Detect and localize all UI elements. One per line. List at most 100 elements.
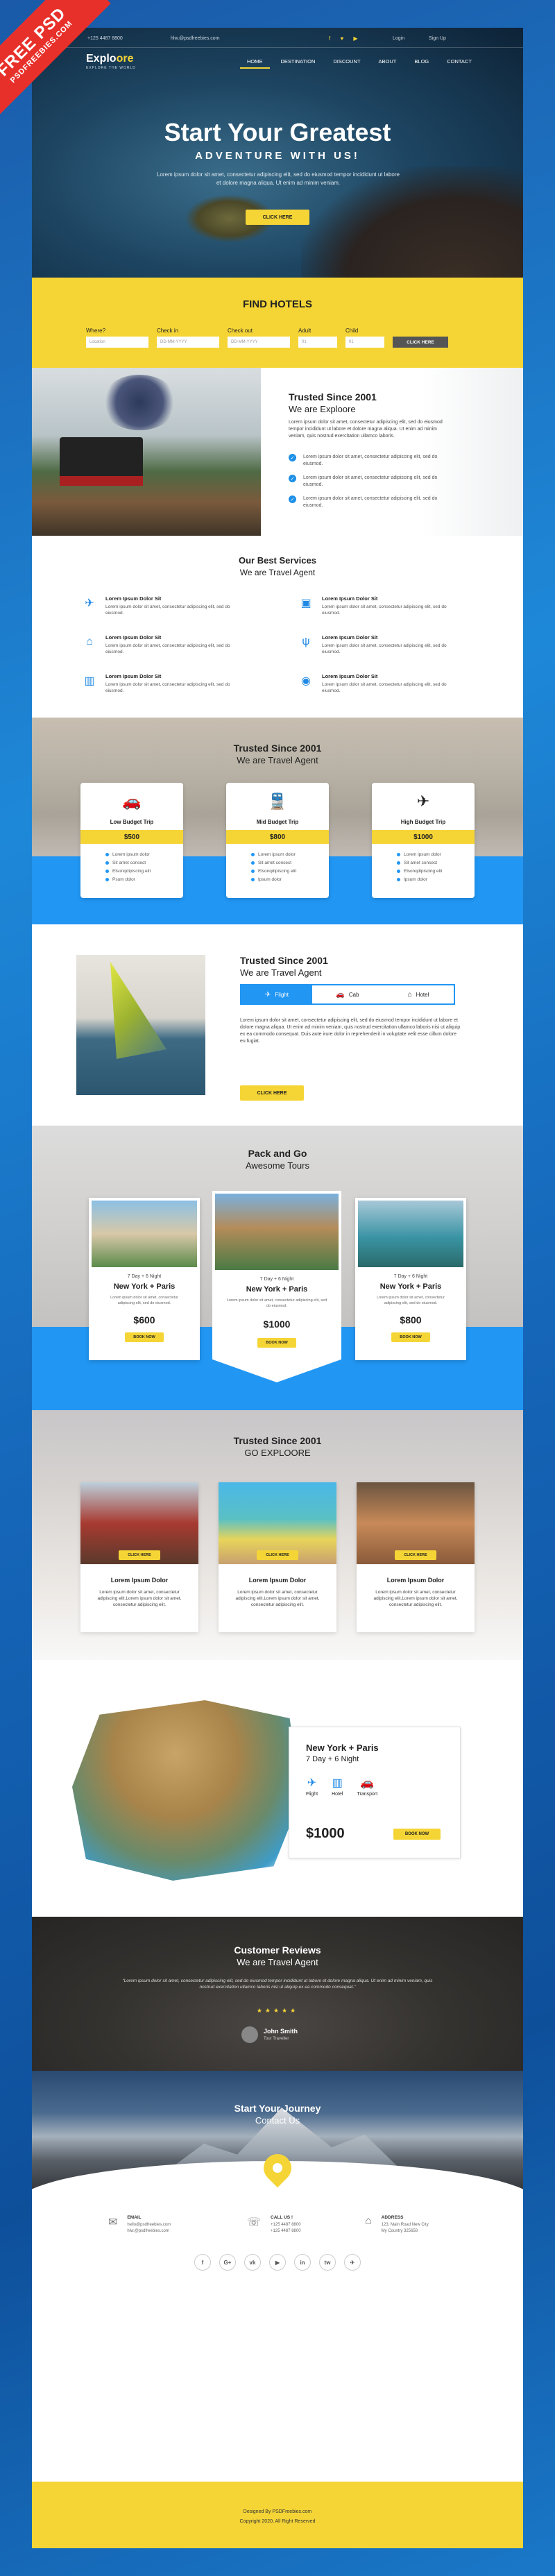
- footer-copyright: Copyright 2020, All Right Reserved: [239, 2519, 316, 2524]
- featured-tour-days: 7 Day + 6 Night: [306, 1755, 359, 1763]
- tour-city: New York + Paris: [379, 1282, 442, 1291]
- nav-discount[interactable]: DISCOUNT: [326, 56, 367, 69]
- explore-card[interactable]: CLICK HERE Lorem Ipsum Dolor Lorem ipsum…: [219, 1482, 336, 1632]
- train-icon: 🚆: [268, 793, 287, 810]
- check-icon: ✓: [289, 495, 296, 503]
- budget-card-high[interactable]: ✈ High Budget Trip $1000 Lorem ipsum dol…: [372, 783, 475, 898]
- agent-text: Lorem ipsum dolor sit amet, consectetur …: [240, 1018, 461, 1044]
- feature-item: Lorem ipsum dolor: [105, 852, 151, 857]
- service-sight[interactable]: ◉ Lorem Ipsum Dolor Sit Lorem ipsum dolor…: [298, 673, 458, 694]
- card-cta-button[interactable]: CLICK HERE: [119, 1550, 160, 1560]
- service-bus[interactable]: ▣ Lorem Ipsum Dolor Sit Lorem ipsum dolor…: [298, 595, 458, 616]
- agent-cta-button[interactable]: CLICK HERE: [240, 1085, 304, 1101]
- book-now-button[interactable]: BOOK NOW: [125, 1332, 164, 1342]
- book-now-button[interactable]: BOOK NOW: [393, 1829, 441, 1840]
- check-text: Lorem ipsum dolor sit amet, consectetur …: [303, 455, 438, 466]
- tour-card-featured[interactable]: 7 Day + 6 Night New York + Paris Lorem i…: [212, 1191, 341, 1382]
- tour-desc: Lorem ipsum dolor sit amet, consectetur …: [377, 1296, 445, 1305]
- adult-input[interactable]: 01: [298, 337, 337, 348]
- service-text: Lorem ipsum dolor sit amet, consectetur …: [322, 604, 447, 616]
- service-food[interactable]: ▥ Lorem Ipsum Dolor Sit Lorem ipsum dolor…: [82, 673, 241, 694]
- contact-value[interactable]: +125 4487 8800: [271, 2222, 301, 2228]
- card-text: Lorem ipsum dolor sit amet, consectetur …: [97, 1590, 182, 1607]
- service-flight[interactable]: ✈ Lorem Ipsum Dolor Sit Lorem ipsum dolor…: [82, 595, 241, 616]
- trusted-section: Trusted Since 2001 We are Exploore Lorem…: [32, 368, 523, 536]
- where-input[interactable]: Location: [86, 337, 148, 348]
- hero-cta-button[interactable]: CLICK HERE: [246, 210, 309, 225]
- reviewer-role: Tour Traveller: [264, 2037, 289, 2041]
- tour-card[interactable]: 7 Day + 6 Night New York + Paris Lorem i…: [355, 1198, 466, 1360]
- contact-value[interactable]: hlw.@psdfreebies.com: [127, 2228, 171, 2235]
- book-now-button[interactable]: BOOK NOW: [391, 1332, 430, 1342]
- contact-value[interactable]: +125 4487 8800: [271, 2228, 301, 2235]
- tour-days: 7 Day + 6 Night: [393, 1274, 428, 1279]
- tour-days: 7 Day + 6 Night: [127, 1274, 162, 1279]
- trusted-intro: Lorem ipsum dolor sit amet, consectetur …: [289, 420, 443, 439]
- service-text: Lorem ipsum dolor sit amet, consectetur …: [322, 682, 447, 693]
- feature-item: Ipsum dolor: [251, 877, 296, 882]
- hero-text: Lorem ipsum dolor sit amet, consectetur …: [157, 171, 400, 186]
- linkedin-icon[interactable]: in: [294, 2254, 311, 2271]
- tab-hotel[interactable]: ⌂ Hotel: [383, 985, 454, 1003]
- pack-subtitle: Awesome Tours: [245, 1160, 309, 1171]
- youtube-icon[interactable]: ▶: [269, 2254, 286, 2271]
- service-bank[interactable]: ⌂ Lorem Ipsum Dolor Sit Lorem ipsum dolor…: [82, 634, 241, 655]
- find-form: Where? Location Check in DD-MM-YYYY Chec…: [86, 328, 448, 348]
- card-cta-button[interactable]: CLICK HERE: [257, 1550, 298, 1560]
- google-plus-icon[interactable]: G+: [219, 2254, 236, 2271]
- car-icon: 🚗: [122, 793, 142, 810]
- field-child: Child 01: [345, 328, 384, 348]
- agent-subtitle: We are Travel Agent: [240, 967, 322, 978]
- car-icon: 🚗: [360, 1777, 375, 1789]
- agent-section: Trusted Since 2001 We are Travel Agent ✈…: [32, 924, 523, 1126]
- nav-contact[interactable]: CONTACT: [440, 56, 479, 69]
- car-icon: 🚗: [336, 990, 345, 999]
- child-input[interactable]: 01: [345, 337, 384, 348]
- explore-card[interactable]: CLICK HERE Lorem Ipsum Dolor Lorem ipsum…: [80, 1482, 198, 1632]
- card-cta-button[interactable]: CLICK HERE: [395, 1550, 436, 1560]
- find-submit-button[interactable]: CLICK HERE: [393, 337, 448, 348]
- nav-about[interactable]: ABOUT: [372, 56, 404, 69]
- tour-card[interactable]: 7 Day + 6 Night New York + Paris Lorem i…: [89, 1198, 200, 1360]
- go-title: Trusted Since 2001: [233, 1435, 322, 1446]
- budget-card-low[interactable]: 🚗 Low Budget Trip $500 Lorem ipsum dolor…: [80, 783, 183, 898]
- phone-icon: ☏: [247, 2217, 262, 2228]
- featured-tour-title: New York + Paris: [306, 1743, 379, 1753]
- signup-link[interactable]: Sign Up: [429, 36, 446, 41]
- bicycle-icon: ψ: [302, 636, 310, 647]
- colosseum-background: [32, 1917, 523, 2071]
- tab-cab[interactable]: 🚗 Cab: [312, 985, 383, 1003]
- login-link[interactable]: Login: [393, 36, 404, 41]
- checkout-input[interactable]: DD-MM-YYYY: [228, 337, 290, 348]
- topbar-social-icons[interactable]: f ♥ ▶: [329, 35, 362, 42]
- explore-card[interactable]: CLICK HERE Lorem Ipsum Dolor Lorem ipsum…: [357, 1482, 475, 1632]
- trusted-subtitle: We are Exploore: [289, 404, 356, 414]
- facebook-icon[interactable]: f: [194, 2254, 211, 2271]
- tab-label: Flight: [275, 991, 289, 998]
- nav-home[interactable]: HOME: [240, 56, 270, 69]
- card-title: Lorem Ipsum Dolor: [386, 1577, 445, 1584]
- logo[interactable]: Exploore: [86, 53, 133, 65]
- vk-icon[interactable]: vk: [244, 2254, 261, 2271]
- beach-hut-image: [72, 1700, 301, 1881]
- telegram-icon[interactable]: ✈: [344, 2254, 361, 2271]
- checkin-input[interactable]: DD-MM-YYYY: [157, 337, 219, 348]
- tab-flight[interactable]: ✈ Flight: [241, 985, 312, 1003]
- book-now-button[interactable]: BOOK NOW: [257, 1338, 296, 1348]
- services-subtitle: We are Travel Agent: [239, 568, 316, 577]
- service-bike[interactable]: ψ Lorem Ipsum Dolor Sit Lorem ipsum dolor…: [298, 634, 458, 655]
- twitter-icon[interactable]: tw: [319, 2254, 336, 2271]
- nav-destination[interactable]: DESTINATION: [274, 56, 323, 69]
- budget-card-mid[interactable]: 🚆 Mid Budget Trip $800 Lorem ipsum dolor…: [226, 783, 329, 898]
- footer-designed-by[interactable]: Designed By PSDFreebies.com: [32, 2509, 523, 2514]
- transport-tabs: ✈ Flight 🚗 Cab ⌂ Hotel: [240, 984, 455, 1005]
- nav-blog[interactable]: BLOG: [407, 56, 436, 69]
- service-title: Lorem Ipsum Dolor Sit: [105, 634, 162, 641]
- go-exploore-section: Trusted Since 2001 GO EXPLOORE CLICK HER…: [32, 1410, 523, 1660]
- journey-subtitle: Contact Us: [255, 2115, 300, 2126]
- feature-list: Lorem ipsum dolor Sit amet consect Elson…: [397, 852, 442, 886]
- contact-value[interactable]: hello@psdfreebies.com: [127, 2222, 171, 2228]
- check-text: Lorem ipsum dolor sit amet, consectetur …: [303, 475, 438, 487]
- field-label: Check out: [228, 328, 253, 334]
- amenity-transport: 🚗 Transport: [357, 1776, 377, 1797]
